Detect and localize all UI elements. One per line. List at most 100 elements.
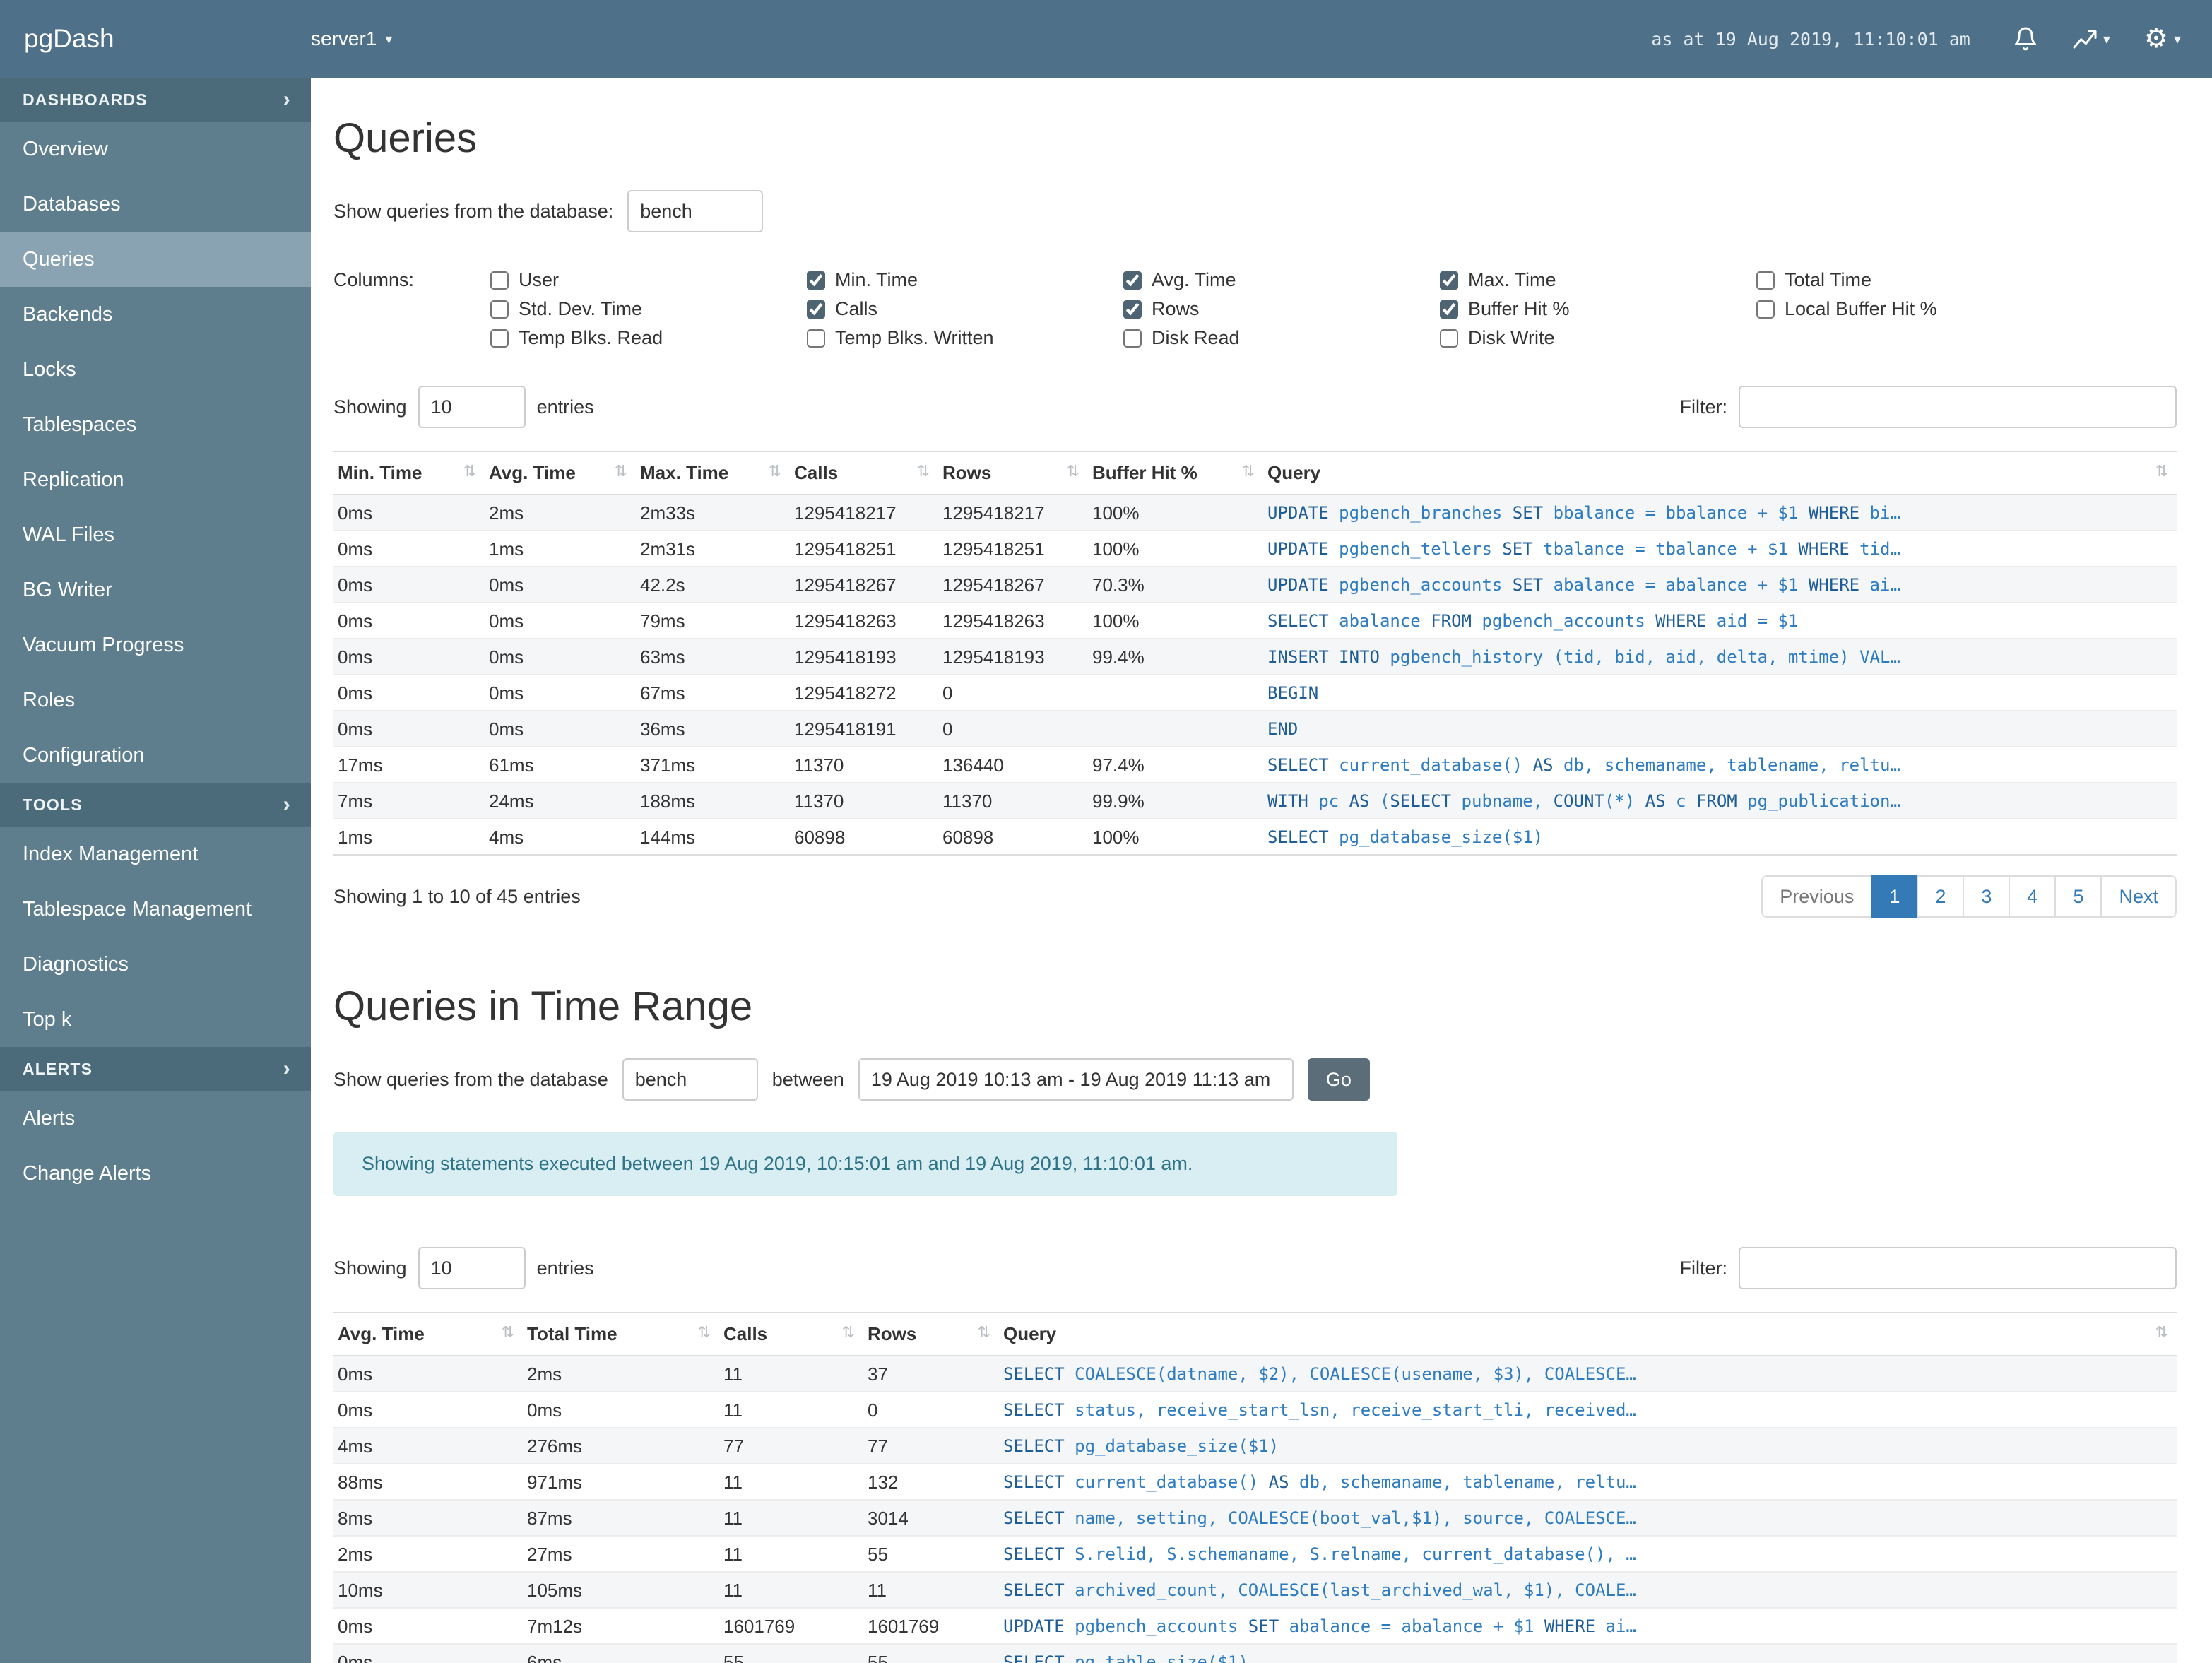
sidebar-item[interactable]: Tablespaces xyxy=(0,397,311,452)
query-link[interactable]: BEGIN xyxy=(1267,683,1318,703)
sidebar-header-alerts[interactable]: ALERTS › xyxy=(0,1047,311,1091)
pagination-next[interactable]: Next xyxy=(2100,875,2177,918)
column-header[interactable]: ⇅ Max. Time xyxy=(636,451,790,495)
column-toggle[interactable]: Rows xyxy=(1123,298,1440,320)
entries-count-input[interactable] xyxy=(418,386,526,428)
query-link[interactable]: SELECT abalance FROM pgbench_accounts WH… xyxy=(1267,611,1798,631)
column-toggle[interactable]: Total Time xyxy=(1756,269,2073,291)
query-link[interactable]: INSERT INTO pgbench_history (tid, bid, a… xyxy=(1267,647,1900,667)
sidebar-item[interactable]: Top k xyxy=(0,992,311,1047)
sidebar-item[interactable]: Alerts xyxy=(0,1091,311,1146)
pagination-page[interactable]: 3 xyxy=(1963,875,2011,918)
date-range-input[interactable] xyxy=(858,1058,1294,1101)
column-header[interactable]: ⇅ Avg. Time xyxy=(485,451,636,495)
sort-icon[interactable]: ⇅ xyxy=(463,462,476,480)
sort-icon[interactable]: ⇅ xyxy=(2155,1323,2168,1342)
sidebar-item[interactable]: Change Alerts xyxy=(0,1146,311,1201)
column-checkbox[interactable] xyxy=(1123,271,1142,290)
sort-icon[interactable]: ⇅ xyxy=(1242,462,1255,480)
column-toggle[interactable]: Disk Write xyxy=(1440,327,1756,349)
column-header[interactable]: ⇅ Buffer Hit % xyxy=(1088,451,1263,495)
sidebar-item[interactable]: Configuration xyxy=(0,728,311,783)
sort-icon[interactable]: ⇅ xyxy=(2155,462,2168,480)
sidebar-item[interactable]: Locks xyxy=(0,342,311,397)
charts-menu-button[interactable]: ▾ xyxy=(2072,26,2110,52)
column-toggle[interactable]: Calls xyxy=(807,298,1123,320)
column-toggle[interactable]: Max. Time xyxy=(1440,269,1756,291)
sort-icon[interactable]: ⇅ xyxy=(917,462,930,480)
column-header[interactable]: ⇅ Query xyxy=(999,1312,2177,1356)
sidebar-item[interactable]: Overview xyxy=(0,122,311,177)
column-header[interactable]: ⇅ Rows xyxy=(938,451,1088,495)
pagination-page[interactable]: 1 xyxy=(1871,875,1919,918)
pagination-page[interactable]: 4 xyxy=(2009,875,2057,918)
query-link[interactable]: SELECT status, receive_start_lsn, receiv… xyxy=(1003,1400,1636,1420)
column-header[interactable]: ⇅ Query xyxy=(1263,451,2177,495)
pagination-page[interactable]: 2 xyxy=(1917,875,1965,918)
column-header[interactable]: ⇅ Calls xyxy=(719,1312,863,1356)
column-toggle[interactable]: Buffer Hit % xyxy=(1440,298,1756,320)
column-checkbox[interactable] xyxy=(490,300,509,319)
column-checkbox[interactable] xyxy=(1123,329,1142,348)
notifications-button[interactable] xyxy=(2013,26,2038,52)
pagination-page[interactable]: 5 xyxy=(2054,875,2102,918)
filter-input[interactable] xyxy=(1739,386,2177,428)
query-link[interactable]: UPDATE pgbench_accounts SET abalance = a… xyxy=(1267,575,1900,595)
sort-icon[interactable]: ⇅ xyxy=(698,1323,711,1342)
query-link[interactable]: SELECT current_database() AS db, scheman… xyxy=(1267,755,1900,775)
sidebar-item[interactable]: Roles xyxy=(0,673,311,728)
column-header[interactable]: ⇅ Min. Time xyxy=(333,451,485,495)
sort-icon[interactable]: ⇅ xyxy=(769,462,781,480)
sidebar-item[interactable]: Diagnostics xyxy=(0,937,311,992)
query-link[interactable]: SELECT S.relid, S.schemaname, S.relname,… xyxy=(1003,1544,1636,1564)
query-link[interactable]: UPDATE pgbench_branches SET bbalance = b… xyxy=(1267,503,1900,523)
column-checkbox[interactable] xyxy=(1756,271,1775,290)
query-link[interactable]: SELECT pg_database_size($1) xyxy=(1003,1436,1279,1456)
sort-icon[interactable]: ⇅ xyxy=(842,1323,855,1342)
column-checkbox[interactable] xyxy=(807,271,825,290)
entries-count-input[interactable] xyxy=(418,1247,526,1289)
sidebar-header-tools[interactable]: TOOLS › xyxy=(0,783,311,827)
query-link[interactable]: SELECT pg_table_size($1) xyxy=(1003,1652,1248,1663)
column-toggle[interactable]: Temp Blks. Read xyxy=(490,327,807,349)
query-link[interactable]: SELECT pg_database_size($1) xyxy=(1267,827,1543,847)
column-toggle[interactable]: Std. Dev. Time xyxy=(490,298,807,320)
column-toggle[interactable]: Avg. Time xyxy=(1123,269,1440,291)
filter-input[interactable] xyxy=(1739,1247,2177,1289)
sidebar-item[interactable]: Index Management xyxy=(0,827,311,882)
query-link[interactable]: UPDATE pgbench_tellers SET tbalance = tb… xyxy=(1267,539,1900,559)
sort-icon[interactable]: ⇅ xyxy=(1067,462,1080,480)
query-link[interactable]: UPDATE pgbench_accounts SET abalance = a… xyxy=(1003,1616,1636,1636)
sidebar-item[interactable]: BG Writer xyxy=(0,562,311,617)
column-toggle[interactable]: Temp Blks. Written xyxy=(807,327,1123,349)
column-header[interactable]: ⇅ Total Time xyxy=(523,1312,719,1356)
sidebar-item[interactable]: WAL Files xyxy=(0,507,311,562)
sidebar-item[interactable]: Backends xyxy=(0,287,311,342)
settings-menu-button[interactable]: ⚙ ▾ xyxy=(2144,25,2181,52)
column-toggle[interactable]: Disk Read xyxy=(1123,327,1440,349)
column-toggle[interactable]: Local Buffer Hit % xyxy=(1756,298,2073,320)
server-selector[interactable]: server1 ▾ xyxy=(311,28,392,50)
column-checkbox[interactable] xyxy=(490,329,509,348)
column-checkbox[interactable] xyxy=(1756,300,1775,319)
column-header[interactable]: ⇅ Calls xyxy=(790,451,938,495)
sidebar-item[interactable]: Queries xyxy=(0,232,311,287)
column-checkbox[interactable] xyxy=(807,329,825,348)
column-toggle[interactable]: User xyxy=(490,269,807,291)
sort-icon[interactable]: ⇅ xyxy=(978,1323,990,1342)
brand-logo[interactable]: pgDash xyxy=(0,24,311,54)
query-link[interactable]: SELECT archived_count, COALESCE(last_arc… xyxy=(1003,1580,1636,1600)
column-toggle[interactable]: Min. Time xyxy=(807,269,1123,291)
column-header[interactable]: ⇅ Avg. Time xyxy=(333,1312,523,1356)
sidebar-item[interactable]: Vacuum Progress xyxy=(0,617,311,673)
go-button[interactable]: Go xyxy=(1307,1058,1370,1101)
sidebar-item[interactable]: Databases xyxy=(0,177,311,232)
sidebar-header-dashboards[interactable]: DASHBOARDS › xyxy=(0,78,311,122)
column-checkbox[interactable] xyxy=(1440,300,1458,319)
sort-icon[interactable]: ⇅ xyxy=(615,462,627,480)
query-link[interactable]: WITH pc AS (SELECT pubname, COUNT(*) AS … xyxy=(1267,791,1900,811)
column-checkbox[interactable] xyxy=(1123,300,1142,319)
query-link[interactable]: END xyxy=(1267,719,1298,739)
pagination-previous[interactable]: Previous xyxy=(1761,875,1873,918)
column-header[interactable]: ⇅ Rows xyxy=(863,1312,999,1356)
